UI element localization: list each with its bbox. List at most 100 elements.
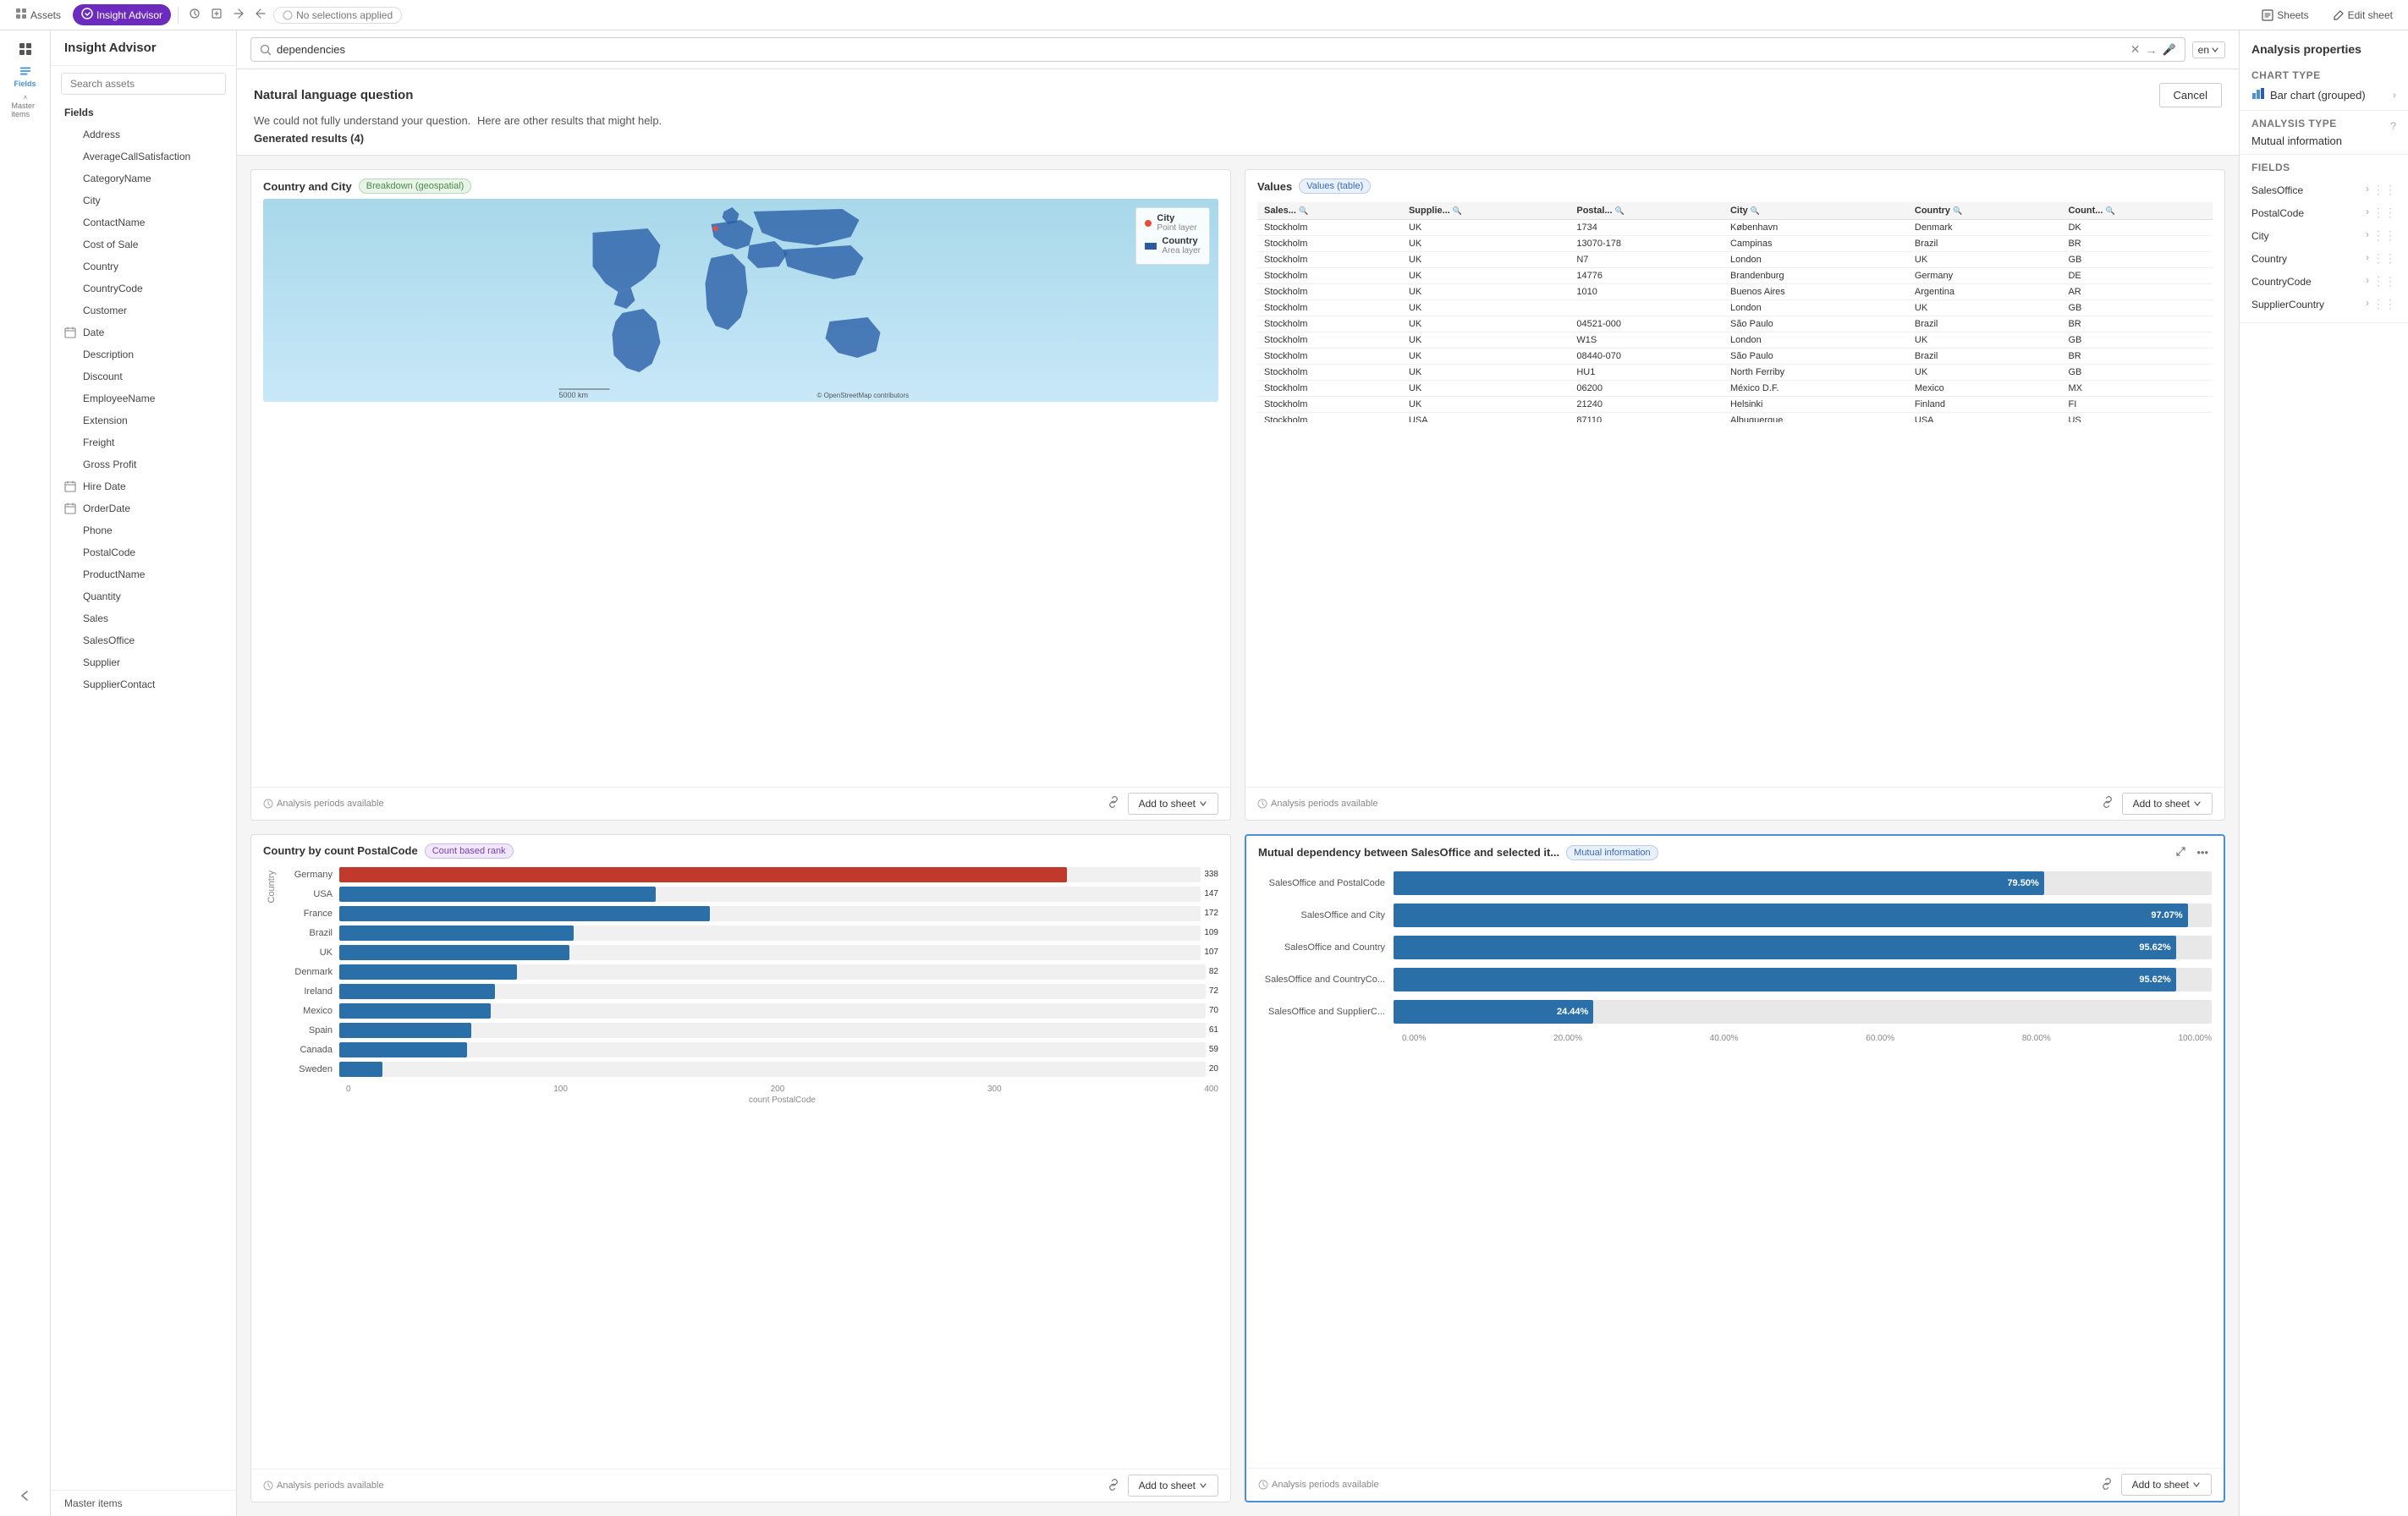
- nav-insight-advisor[interactable]: Insight Advisor: [73, 4, 171, 25]
- field-name: Country: [83, 261, 118, 272]
- search-assets-input[interactable]: [61, 73, 226, 95]
- sidebar-icon-grid[interactable]: [12, 37, 39, 61]
- col-search-icon[interactable]: 🔍: [1751, 206, 1760, 215]
- field-item-sales[interactable]: Sales: [51, 607, 236, 629]
- cancel-button[interactable]: Cancel: [2159, 83, 2222, 107]
- bar-label: Ireland: [280, 986, 339, 997]
- field-item-extension[interactable]: Extension: [51, 409, 236, 431]
- chart1-add-sheet-button[interactable]: Add to sheet: [1128, 793, 1218, 815]
- col-search-icon[interactable]: 🔍: [1953, 206, 1962, 215]
- mutual-track: 95.62%: [1394, 968, 2212, 991]
- master-items-link[interactable]: Master items: [51, 1490, 236, 1516]
- field-chevron[interactable]: ›: [2366, 183, 2369, 197]
- right-field-item-suppliercountry[interactable]: SupplierCountry › ⋮⋮: [2251, 293, 2396, 316]
- fields-section-title: Fields: [51, 102, 236, 124]
- table-cell: GB: [2061, 332, 2213, 349]
- field-item-freight[interactable]: Freight: [51, 431, 236, 453]
- field-chevron[interactable]: ›: [2366, 206, 2369, 220]
- tool-icon-2[interactable]: [207, 4, 226, 25]
- table-container[interactable]: Sales... 🔍Supplie... 🔍Postal... 🔍City 🔍C…: [1257, 202, 2213, 422]
- lang-selector[interactable]: en: [2192, 41, 2225, 58]
- field-item-discount[interactable]: Discount: [51, 365, 236, 387]
- analysis-type-info-icon[interactable]: ?: [2390, 120, 2396, 132]
- clock3-icon: [263, 1480, 273, 1491]
- field-drag-icon[interactable]: ⋮⋮: [2372, 251, 2396, 266]
- field-item-cost-of-sale[interactable]: Cost of Sale: [51, 233, 236, 255]
- tool-icon-3[interactable]: [229, 4, 248, 25]
- field-drag-icon[interactable]: ⋮⋮: [2372, 183, 2396, 197]
- table-row: StockholmUKW1SLondonUKGB: [1257, 332, 2213, 349]
- chart2-add-sheet-button[interactable]: Add to sheet: [2122, 793, 2213, 815]
- nav-sheets[interactable]: Sheets: [2253, 6, 2317, 25]
- right-field-item-country[interactable]: Country › ⋮⋮: [2251, 247, 2396, 270]
- chart2-footer: Analysis periods available Add to sheet: [1245, 787, 2224, 820]
- col-search-icon[interactable]: 🔍: [2105, 206, 2114, 215]
- bar-track: [339, 945, 1201, 960]
- field-item-address[interactable]: Address: [51, 124, 236, 146]
- right-field-item-countrycode[interactable]: CountryCode › ⋮⋮: [2251, 270, 2396, 293]
- col-search-icon[interactable]: 🔍: [1299, 206, 1308, 215]
- legend-city-label: City: [1157, 213, 1196, 223]
- field-drag-icon[interactable]: ⋮⋮: [2372, 274, 2396, 288]
- field-item-supplier[interactable]: Supplier: [51, 651, 236, 673]
- search-arrow-icon[interactable]: →: [2145, 43, 2157, 57]
- right-field-item-salesoffice[interactable]: SalesOffice › ⋮⋮: [2251, 179, 2396, 201]
- tool-icon-1[interactable]: [185, 4, 204, 25]
- chart3-add-sheet-button[interactable]: Add to sheet: [1128, 1475, 1218, 1497]
- field-chevron[interactable]: ›: [2366, 274, 2369, 288]
- table-row: StockholmUK13070-178CampinasBrazilBR: [1257, 236, 2213, 252]
- search-clear-icon[interactable]: ✕: [2130, 42, 2141, 57]
- right-field-item-postalcode[interactable]: PostalCode › ⋮⋮: [2251, 201, 2396, 224]
- search-input[interactable]: [277, 43, 2125, 56]
- field-item-country[interactable]: Country: [51, 255, 236, 277]
- search-mic-icon[interactable]: 🎤: [2162, 43, 2175, 57]
- nav-assets[interactable]: Assets: [7, 4, 69, 25]
- chart4-expand-icon[interactable]: [2172, 844, 2190, 861]
- field-item-gross-profit[interactable]: Gross Profit: [51, 453, 236, 475]
- chart-type-value[interactable]: Bar chart (grouped) ›: [2251, 86, 2396, 103]
- field-item-city[interactable]: City: [51, 190, 236, 211]
- x-axis-label: 0: [346, 1085, 351, 1094]
- field-item-employeename[interactable]: EmployeeName: [51, 387, 236, 409]
- field-item-phone[interactable]: Phone: [51, 519, 236, 541]
- chart-country-postalcode: Country by count PostalCode Count based …: [250, 834, 1231, 1503]
- tool-icon-4[interactable]: [251, 4, 270, 25]
- right-field-item-city[interactable]: City › ⋮⋮: [2251, 224, 2396, 247]
- field-item-hire-date[interactable]: Hire Date: [51, 475, 236, 497]
- x-axis-title: count PostalCode: [346, 1094, 1218, 1105]
- chart4-add-sheet-button[interactable]: Add to sheet: [2121, 1474, 2212, 1496]
- nav-edit-sheet[interactable]: Edit sheet: [2324, 6, 2401, 25]
- field-item-description[interactable]: Description: [51, 343, 236, 365]
- field-item-salesoffice[interactable]: SalesOffice: [51, 629, 236, 651]
- sidebar-icon-master[interactable]: Master items: [12, 95, 39, 118]
- field-drag-icon[interactable]: ⋮⋮: [2372, 206, 2396, 220]
- field-item-averagecallsatisfaction[interactable]: AverageCallSatisfaction: [51, 146, 236, 168]
- sidebar-collapse-btn[interactable]: [18, 1488, 33, 1516]
- field-item-productname[interactable]: ProductName: [51, 563, 236, 585]
- field-item-customer[interactable]: Customer: [51, 299, 236, 321]
- chart4-more-icon[interactable]: •••: [2193, 844, 2212, 861]
- field-drag-icon[interactable]: ⋮⋮: [2372, 297, 2396, 311]
- chart3-link-icon[interactable]: [1104, 1477, 1123, 1495]
- field-chevron[interactable]: ›: [2366, 297, 2369, 311]
- col-search-icon[interactable]: 🔍: [1615, 206, 1625, 215]
- field-drag-icon[interactable]: ⋮⋮: [2372, 228, 2396, 243]
- field-item-orderdate[interactable]: OrderDate: [51, 497, 236, 519]
- col-search-icon[interactable]: 🔍: [1453, 206, 1462, 215]
- field-item-contactname[interactable]: ContactName: [51, 211, 236, 233]
- chart1-link-icon[interactable]: [1104, 794, 1123, 812]
- chart4-link-icon[interactable]: [2097, 1476, 2116, 1494]
- field-item-postalcode[interactable]: PostalCode: [51, 541, 236, 563]
- bar-fill: [339, 887, 656, 902]
- table-cell: Argentina: [1908, 284, 2062, 300]
- chart2-link-icon[interactable]: [2098, 794, 2117, 812]
- field-item-quantity[interactable]: Quantity: [51, 585, 236, 607]
- field-chevron[interactable]: ›: [2366, 228, 2369, 243]
- table-cell: BR: [2061, 349, 2213, 365]
- field-chevron[interactable]: ›: [2366, 251, 2369, 266]
- field-item-date[interactable]: Date: [51, 321, 236, 343]
- sidebar-icon-fields[interactable]: Fields: [12, 64, 39, 88]
- field-item-categoryname[interactable]: CategoryName: [51, 168, 236, 190]
- field-item-suppliercontact[interactable]: SupplierContact: [51, 673, 236, 695]
- field-item-countrycode[interactable]: CountryCode: [51, 277, 236, 299]
